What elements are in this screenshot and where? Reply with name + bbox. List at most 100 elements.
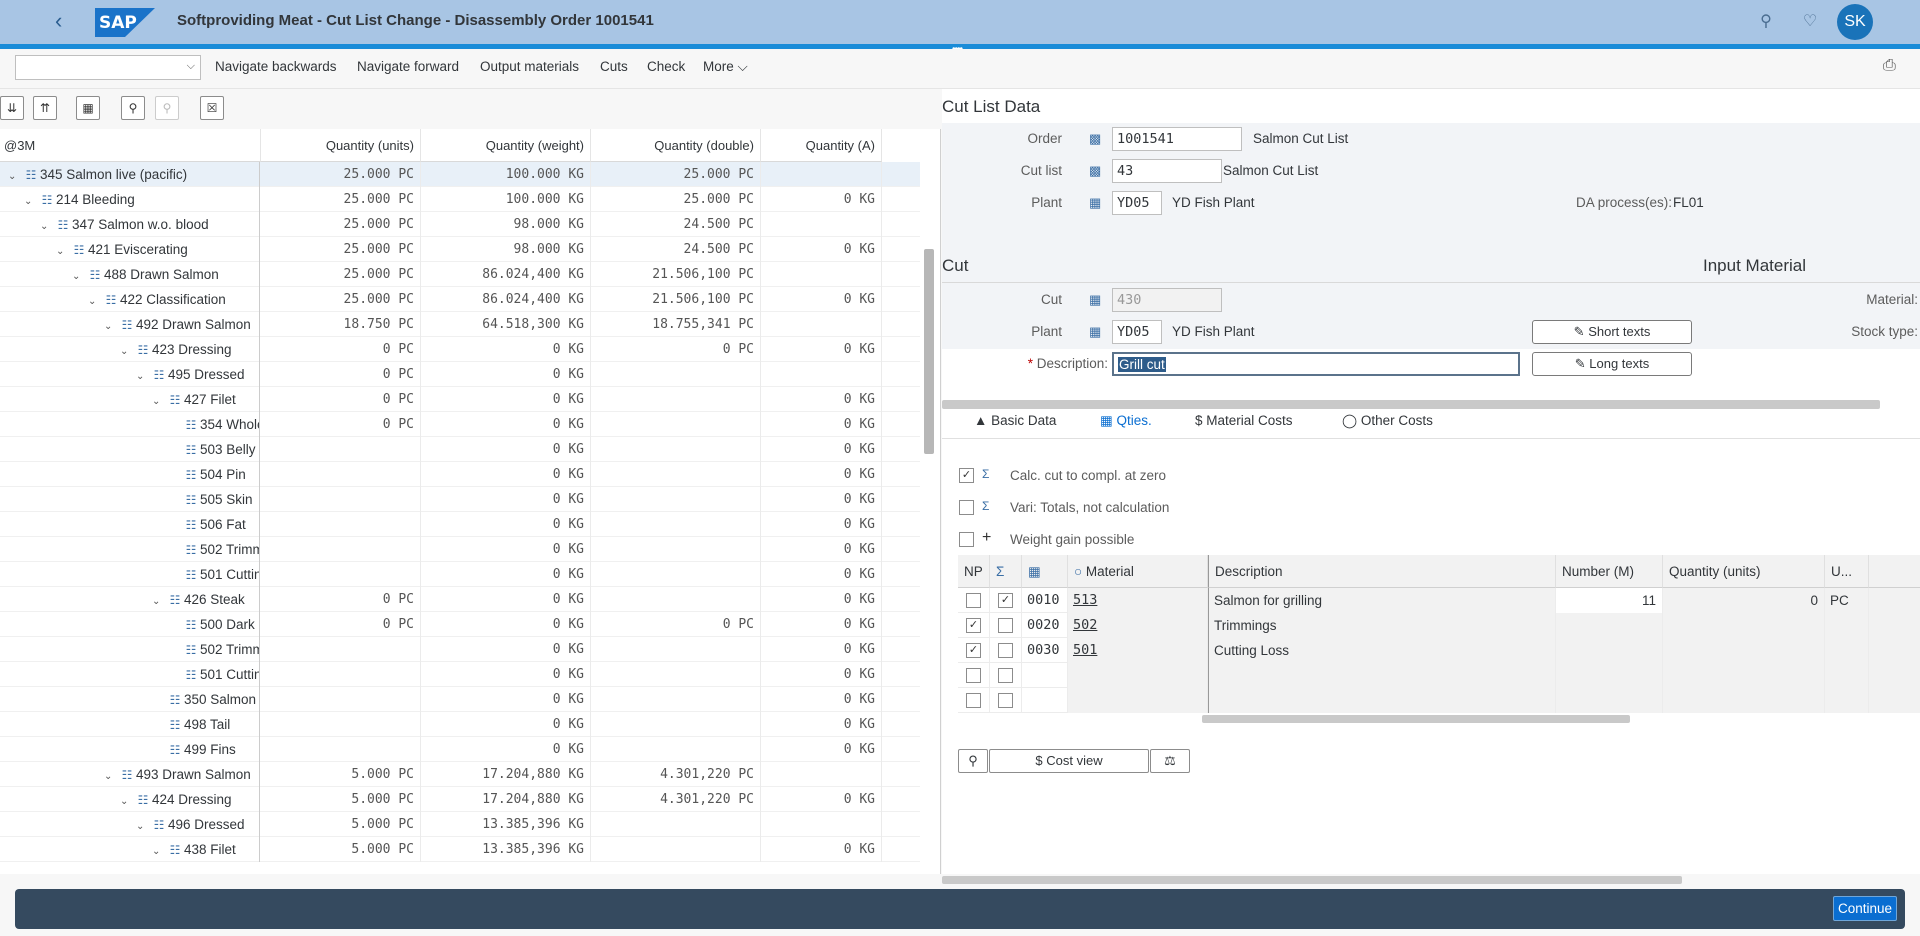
order-icon[interactable]: ▩ (1089, 131, 1101, 147)
tree-row[interactable]: ☷ 503 Belly 0 KG 0 KG (0, 437, 920, 462)
tree-row[interactable]: ⌄ ☷ 421 Eviscerating 25.000 PC 98.000 KG 24.5… (0, 237, 920, 262)
back-icon[interactable]: ‹ (55, 10, 75, 34)
print-icon[interactable]: ⎙ (1883, 57, 1896, 75)
cut-list-field[interactable]: 43 (1112, 159, 1222, 183)
material-link[interactable]: 502 (1068, 613, 1208, 638)
tab-material-costs[interactable]: $ Material Costs (1195, 413, 1293, 428)
tree-header-name[interactable]: @3M (0, 129, 261, 162)
chevron-down-icon[interactable]: ⌄ (152, 589, 166, 612)
tree-node-name[interactable]: ☷ 499 Fins (0, 737, 260, 762)
plant-icon[interactable]: ▦ (1089, 195, 1101, 211)
material-link[interactable]: 501 (1068, 638, 1208, 663)
find-icon[interactable]: ⚲ (121, 96, 145, 120)
np-checkbox[interactable] (966, 668, 981, 683)
tree-node-name[interactable]: ☷ 505 Skin (0, 487, 260, 512)
chevron-down-icon[interactable]: ⌄ (120, 339, 134, 362)
tree-row[interactable]: ⌄ ☷ 492 Drawn Salmon 18.750 PC 64.518,300 KG… (0, 312, 920, 337)
chevron-down-icon[interactable]: ⌄ (152, 389, 166, 412)
tree-node-name[interactable]: ⌄ ☷ 493 Drawn Salmon (0, 762, 260, 787)
tree-row[interactable]: ⌄ ☷ 493 Drawn Salmon 5.000 PC 17.204,880 KG 4… (0, 762, 920, 787)
material-link[interactable] (1068, 688, 1208, 713)
grid-header-number[interactable]: Number (M) (1556, 555, 1663, 588)
balance-icon[interactable]: ⚖ (1150, 749, 1190, 773)
tree-row[interactable]: ⌄ ☷ 488 Drawn Salmon 25.000 PC 86.024,400 KG… (0, 262, 920, 287)
chevron-down-icon[interactable]: ⌄ (136, 814, 150, 837)
continue-button[interactable]: Continue (1833, 896, 1897, 921)
toolbar-select[interactable]: ⌵ (15, 55, 201, 80)
tree-scrollbar[interactable] (924, 249, 934, 454)
cuts-button[interactable]: Cuts (600, 59, 628, 74)
tree-row[interactable]: ☷ 499 Fins 0 KG 0 KG (0, 737, 920, 762)
bell-icon[interactable]: ♡ (1800, 11, 1820, 31)
tree-node-name[interactable]: ⌄ ☷ 423 Dressing (0, 337, 260, 362)
vari-totals-checkbox[interactable] (959, 500, 974, 515)
calc-checkbox[interactable] (998, 693, 1013, 708)
np-checkbox[interactable]: ✓ (966, 643, 981, 658)
chevron-down-icon[interactable]: ⌄ (24, 189, 38, 212)
chevron-down-icon[interactable]: ⌄ (88, 289, 102, 312)
header-quantity-double[interactable]: Quantity (double) (591, 129, 761, 162)
hierarchy-icon[interactable]: ▦ (76, 96, 100, 120)
search-icon[interactable]: ⚲ (1756, 11, 1776, 31)
tree-row[interactable]: ⌄ ☷ 495 Dressed 0 PC 0 KG (0, 362, 920, 387)
tree-row[interactable]: ⌄ ☷ 347 Salmon w.o. blood 25.000 PC 98.000 K… (0, 212, 920, 237)
tree-row[interactable]: ☷ 500 Dark 0 PC 0 KG 0 PC 0 KG (0, 612, 920, 637)
tree-node-name[interactable]: ⌄ ☷ 424 Dressing (0, 787, 260, 812)
calc-checkbox[interactable] (998, 643, 1013, 658)
number-input[interactable]: 11 (1556, 588, 1663, 613)
grid-header-quantity[interactable]: Quantity (units) (1663, 555, 1825, 588)
long-texts-button[interactable]: ✎ Long texts (1532, 352, 1692, 376)
grid-row[interactable] (958, 663, 1920, 688)
header-quantity-units[interactable]: Quantity (units) (261, 129, 421, 162)
tree-node-name[interactable]: ⌄ ☷ 496 Dressed (0, 812, 260, 837)
calc-checkbox[interactable] (998, 618, 1013, 633)
grid-row[interactable]: ✓ 0010 513 Salmon for grilling 11 0 PC (958, 588, 1920, 613)
chevron-down-icon[interactable]: ⌄ (104, 314, 118, 337)
grid-scrollbar[interactable] (1202, 715, 1630, 723)
tree-node-name[interactable]: ⌄ ☷ 214 Bleeding (0, 187, 260, 212)
description-field[interactable]: Grill cut (1112, 352, 1520, 376)
calc-checkbox[interactable] (998, 668, 1013, 683)
calc-cut-checkbox[interactable]: ✓ (959, 468, 974, 483)
tree-row[interactable]: ⌄ ☷ 426 Steak 0 PC 0 KG 0 KG (0, 587, 920, 612)
more-button[interactable]: More ⌵ (703, 59, 748, 75)
chevron-down-icon[interactable]: ⌄ (104, 764, 118, 787)
grid-header-np[interactable]: NP (958, 555, 990, 588)
number-input[interactable] (1556, 688, 1663, 713)
tree-node-name[interactable]: ☷ 506 Fat (0, 512, 260, 537)
weight-gain-checkbox[interactable] (959, 532, 974, 547)
tree-row[interactable]: ⌄ ☷ 438 Filet 5.000 PC 13.385,396 KG 0 KG (0, 837, 920, 862)
tree-node-name[interactable]: ☷350 Salmon head (0, 687, 260, 712)
tree-row[interactable]: ☷ 354 Whole 0 PC 0 KG 0 KG (0, 412, 920, 437)
expand-all-icon[interactable]: ⇊ (0, 96, 24, 120)
cut-plant-field[interactable]: YD05 (1112, 320, 1162, 344)
chevron-down-icon[interactable]: ⌄ (72, 264, 86, 287)
chevron-down-icon[interactable]: ⌄ (56, 239, 70, 262)
tree-node-name[interactable]: ☷ 504 Pin (0, 462, 260, 487)
tree-node-name[interactable]: ⌄ ☷ 422 Classification (0, 287, 260, 312)
cut-plant-icon[interactable]: ▦ (1089, 324, 1101, 340)
grid-row[interactable] (958, 688, 1920, 713)
tree-row[interactable]: ☷ 504 Pin 0 KG 0 KG (0, 462, 920, 487)
collapse-all-icon[interactable]: ⇈ (33, 96, 57, 120)
grid-header-description[interactable]: Description (1208, 555, 1556, 588)
tree-node-name[interactable]: ⌄ ☷ 492 Drawn Salmon (0, 312, 260, 337)
cost-view-button[interactable]: $ Cost view (989, 749, 1149, 773)
tree-row[interactable]: ⌄ ☷ 423 Dressing 0 PC 0 KG 0 PC 0 KG (0, 337, 920, 362)
np-checkbox[interactable] (966, 593, 981, 608)
tree-node-name[interactable]: ⌄ ☷ 345 Salmon live (pacific) (0, 162, 260, 187)
header-quantity-a[interactable]: Quantity (A) (761, 129, 882, 162)
calc-checkbox[interactable]: ✓ (998, 593, 1013, 608)
tree-row[interactable]: ☷501 Cutting Loss 0 KG 0 KG (0, 562, 920, 587)
tree-node-name[interactable]: ⌄ ☷ 427 Filet (0, 387, 260, 412)
tree-node-name[interactable]: ⌄ ☷ 438 Filet (0, 837, 260, 862)
grid-row[interactable]: ✓ 0020 502 Trimmings (958, 613, 1920, 638)
tree-node-name[interactable]: ☷ 354 Whole (0, 412, 260, 437)
cut-icon[interactable]: ▦ (1089, 292, 1101, 308)
navigate-forward-button[interactable]: Navigate forward (357, 59, 459, 74)
tree-row[interactable]: ⌄ ☷ 214 Bleeding 25.000 PC 100.000 KG 25.000 … (0, 187, 920, 212)
short-texts-button[interactable]: ✎ Short texts (1532, 320, 1692, 344)
tree-node-name[interactable]: ☷ 498 Tail (0, 712, 260, 737)
grid-header-extra[interactable] (1869, 555, 1920, 588)
tree-node-name[interactable]: ☷501 Cutting Loss (0, 662, 260, 687)
